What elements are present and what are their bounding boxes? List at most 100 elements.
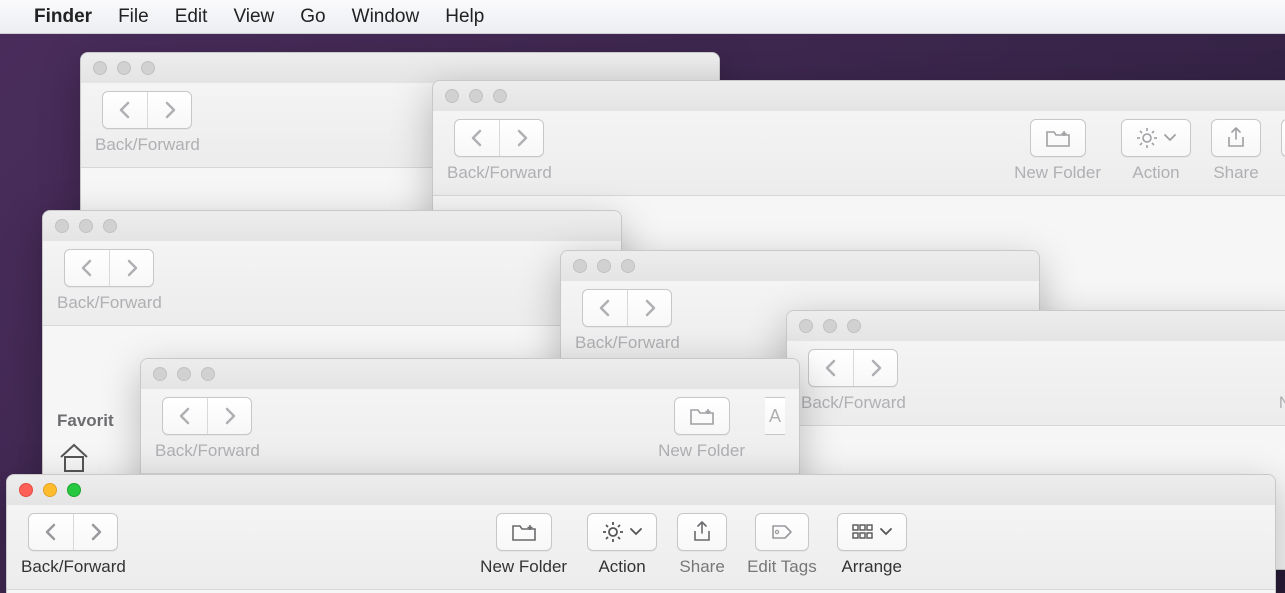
minimize-icon[interactable] <box>117 61 131 75</box>
back-forward-buttons <box>102 91 192 129</box>
arrange-button[interactable] <box>837 513 907 551</box>
back-button[interactable] <box>65 250 109 286</box>
back-forward-group: Back/Forward <box>447 119 552 183</box>
titlebar[interactable] <box>561 251 1039 281</box>
close-icon[interactable] <box>55 219 69 233</box>
zoom-icon[interactable] <box>103 219 117 233</box>
close-icon[interactable] <box>573 259 587 273</box>
back-forward-label: Back/Forward <box>95 135 200 155</box>
back-forward-label: Back/Forward <box>447 163 552 183</box>
new-folder-group: New Folder <box>1014 119 1101 183</box>
toolbar: Back/Forward N <box>787 341 1285 426</box>
forward-button[interactable] <box>207 398 251 434</box>
share-label: Share <box>1213 163 1258 183</box>
zoom-icon[interactable] <box>201 367 215 381</box>
new-folder-button[interactable] <box>674 397 730 435</box>
back-forward-group: Back/Forward <box>21 513 126 577</box>
back-forward-group: Back/Forward <box>155 397 260 461</box>
finder-window-active[interactable]: Back/Forward New Folder Action Share <box>6 474 1276 593</box>
new-folder-button[interactable] <box>496 513 552 551</box>
close-icon[interactable] <box>19 483 33 497</box>
back-forward-buttons <box>64 249 154 287</box>
share-group: Share <box>1211 119 1261 183</box>
folder-plus-icon <box>1045 128 1071 148</box>
action-button[interactable] <box>1121 119 1191 157</box>
back-button[interactable] <box>163 398 207 434</box>
share-button[interactable] <box>677 513 727 551</box>
new-folder-group: New Folder <box>480 513 567 577</box>
zoom-icon[interactable] <box>493 89 507 103</box>
back-button[interactable] <box>29 514 73 550</box>
back-forward-buttons <box>454 119 544 157</box>
minimize-icon[interactable] <box>177 367 191 381</box>
action-group: Action <box>587 513 657 577</box>
back-button[interactable] <box>809 350 853 386</box>
edit-tags-button[interactable] <box>755 513 809 551</box>
menu-go[interactable]: Go <box>300 6 325 28</box>
action-label: Action <box>598 557 645 577</box>
toolbar: Back/Forward New Folder A <box>141 389 799 474</box>
menu-app-name[interactable]: Finder <box>34 6 92 28</box>
minimize-icon[interactable] <box>79 219 93 233</box>
traffic-lights <box>445 89 507 103</box>
forward-button[interactable] <box>147 92 191 128</box>
menu-file[interactable]: File <box>118 6 149 28</box>
close-icon[interactable] <box>445 89 459 103</box>
minimize-icon[interactable] <box>823 319 837 333</box>
titlebar[interactable] <box>81 53 719 83</box>
new-folder-button[interactable] <box>1030 119 1086 157</box>
share-label: Share <box>679 557 724 577</box>
traffic-lights <box>55 219 117 233</box>
titlebar[interactable] <box>787 311 1285 341</box>
close-icon[interactable] <box>93 61 107 75</box>
menu-window[interactable]: Window <box>352 6 420 28</box>
back-button[interactable] <box>455 120 499 156</box>
tag-icon <box>770 523 794 541</box>
edit-tags-group: Edit Tags <box>747 513 817 577</box>
new-folder-label: New Folder <box>1014 163 1101 183</box>
gear-icon <box>1136 127 1158 149</box>
back-forward-label: Back/Forward <box>155 441 260 461</box>
forward-button[interactable] <box>627 290 671 326</box>
folder-plus-icon <box>511 522 537 542</box>
traffic-lights <box>153 367 215 381</box>
forward-button[interactable] <box>73 514 117 550</box>
menu-help[interactable]: Help <box>445 6 484 28</box>
back-forward-group: Back/Forward <box>575 289 680 353</box>
back-forward-label: Back/Forward <box>57 293 162 313</box>
back-forward-label: Back/Forward <box>575 333 680 353</box>
close-icon[interactable] <box>153 367 167 381</box>
zoom-icon[interactable] <box>847 319 861 333</box>
action-button[interactable] <box>587 513 657 551</box>
close-icon[interactable] <box>799 319 813 333</box>
traffic-lights <box>573 259 635 273</box>
forward-button[interactable] <box>499 120 543 156</box>
back-button[interactable] <box>103 92 147 128</box>
minimize-icon[interactable] <box>43 483 57 497</box>
forward-button[interactable] <box>853 350 897 386</box>
zoom-icon[interactable] <box>67 483 81 497</box>
titlebar[interactable] <box>7 475 1275 505</box>
titlebar[interactable] <box>43 211 621 241</box>
back-forward-buttons <box>582 289 672 327</box>
titlebar[interactable] <box>433 81 1285 111</box>
back-button[interactable] <box>583 290 627 326</box>
minimize-icon[interactable] <box>597 259 611 273</box>
zoom-icon[interactable] <box>141 61 155 75</box>
menu-view[interactable]: View <box>233 6 274 28</box>
forward-button[interactable] <box>109 250 153 286</box>
action-button[interactable]: A <box>765 397 785 435</box>
new-folder-label: New Folder <box>658 441 745 461</box>
chevron-down-icon <box>630 528 642 536</box>
edit-tags-button[interactable] <box>1281 119 1285 157</box>
zoom-icon[interactable] <box>621 259 635 273</box>
share-icon <box>692 521 712 543</box>
titlebar[interactable] <box>141 359 799 389</box>
menu-edit[interactable]: Edit <box>175 6 208 28</box>
new-folder-hint: N <box>1279 349 1285 413</box>
minimize-icon[interactable] <box>469 89 483 103</box>
traffic-lights <box>93 61 155 75</box>
share-button[interactable] <box>1211 119 1261 157</box>
back-forward-buttons <box>808 349 898 387</box>
new-folder-label: New Folder <box>480 557 567 577</box>
